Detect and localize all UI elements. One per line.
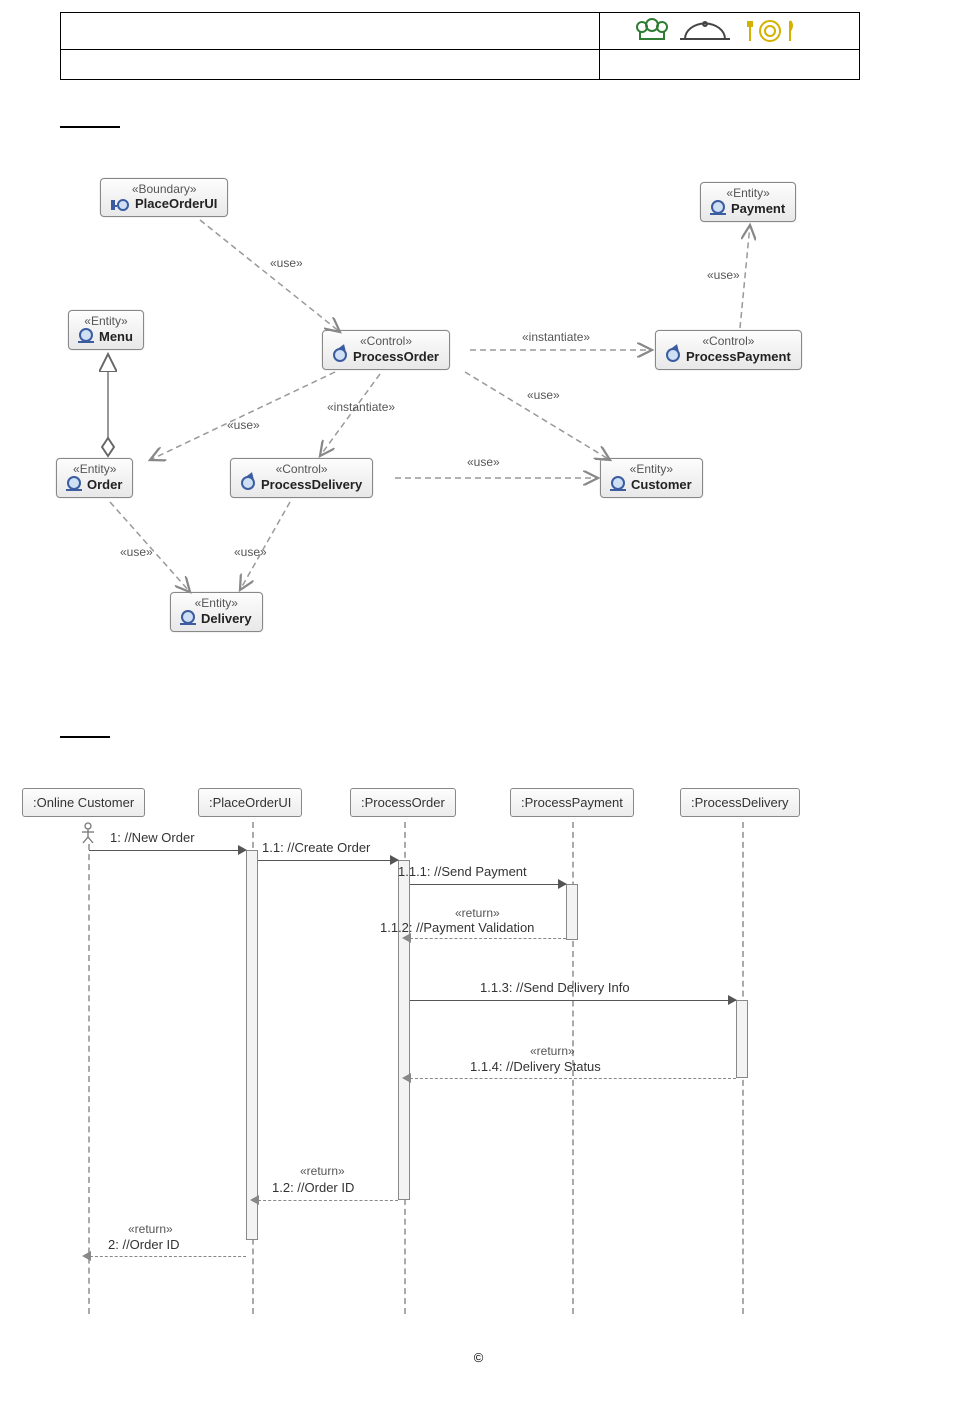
rel-label-use: «use» xyxy=(525,388,562,402)
uml-entity-payment: «Entity» Payment xyxy=(700,182,796,222)
uml-entity-order: «Entity» Order xyxy=(56,458,133,498)
uml-boundary-placeorderui: «Boundary» PlaceOrderUI xyxy=(100,178,228,217)
header-cell-1-1 xyxy=(61,13,600,50)
header-cell-2-2 xyxy=(600,50,860,80)
arrowhead-left-icon xyxy=(402,1073,411,1083)
activation-processdelivery xyxy=(736,1000,748,1078)
class-name: ProcessPayment xyxy=(686,349,791,364)
entity-icon xyxy=(79,328,95,344)
control-icon xyxy=(666,348,682,364)
seq-participant-placeorderui: :PlaceOrderUI xyxy=(198,788,302,817)
msg-2: 2: //Order ID xyxy=(108,1237,180,1252)
rel-label-use: «use» xyxy=(118,545,155,559)
msg-1-1-1: 1.1.1: //Send Payment xyxy=(398,864,527,879)
uml-control-processpayment: «Control» ProcessPayment xyxy=(655,330,802,370)
rel-label-use: «use» xyxy=(705,268,742,282)
rel-label-use: «use» xyxy=(465,455,502,469)
arrowhead-right-icon xyxy=(558,879,567,889)
uml-entity-delivery: «Entity» Delivery xyxy=(170,592,263,632)
activation-processpayment xyxy=(566,884,578,940)
return-label: «return» xyxy=(530,1044,575,1058)
seq-participant-processdelivery: :ProcessDelivery xyxy=(680,788,800,817)
arrowhead-right-icon xyxy=(238,845,247,855)
class-name: Customer xyxy=(631,477,692,492)
rel-label-use: «use» xyxy=(232,545,269,559)
seq-participant-online-customer: :Online Customer xyxy=(22,788,145,817)
activation-placeorderui xyxy=(246,850,258,1240)
control-icon xyxy=(333,348,349,364)
stereotype-label: «Control» xyxy=(666,334,791,348)
msg-1-1-2: 1.1.2: //Payment Validation xyxy=(380,920,534,935)
uml-entity-customer: «Entity» Customer xyxy=(600,458,703,498)
stereotype-label: «Control» xyxy=(333,334,439,348)
class-name: Payment xyxy=(731,201,785,216)
actor-icon xyxy=(80,822,96,844)
footer-copyright: © xyxy=(474,1350,484,1365)
return-arrow xyxy=(90,1256,246,1257)
msg-1-1-4: 1.1.4: //Delivery Status xyxy=(470,1059,601,1074)
activation-processorder xyxy=(398,860,410,1200)
stereotype-label: «Entity» xyxy=(711,186,785,200)
return-arrow xyxy=(410,1078,736,1079)
entity-icon xyxy=(711,200,727,216)
class-name: Menu xyxy=(99,329,133,344)
arrowhead-left-icon xyxy=(82,1251,91,1261)
entity-icon xyxy=(181,610,197,626)
msg-arrow xyxy=(89,850,245,851)
return-arrow xyxy=(410,938,566,939)
msg-arrow xyxy=(410,884,566,885)
chef-cloche-cutlery-logo-icon xyxy=(630,17,830,45)
msg-1: 1: //New Order xyxy=(110,830,195,845)
msg-arrow xyxy=(258,860,398,861)
class-name: ProcessOrder xyxy=(353,349,439,364)
stereotype-label: «Entity» xyxy=(611,462,692,476)
return-label: «return» xyxy=(128,1222,173,1236)
msg-1-1-3: 1.1.3: //Send Delivery Info xyxy=(480,980,630,995)
uml-control-processdelivery: «Control» ProcessDelivery xyxy=(230,458,373,498)
stereotype-label: «Boundary» xyxy=(111,182,217,196)
entity-icon xyxy=(67,476,83,492)
header-table xyxy=(60,12,860,80)
section-divider-2 xyxy=(60,736,110,738)
msg-1-1: 1.1: //Create Order xyxy=(262,840,370,855)
seq-participant-processorder: :ProcessOrder xyxy=(350,788,456,817)
class-diagram-connectors xyxy=(0,0,957,700)
uml-control-processorder: «Control» ProcessOrder xyxy=(322,330,450,370)
seq-participant-processpayment: :ProcessPayment xyxy=(510,788,634,817)
class-name: PlaceOrderUI xyxy=(135,196,217,211)
class-name: Order xyxy=(87,477,122,492)
stereotype-label: «Entity» xyxy=(181,596,252,610)
msg-1-2: 1.2: //Order ID xyxy=(272,1180,354,1195)
class-name: ProcessDelivery xyxy=(261,477,362,492)
rel-label-instantiate: «instantiate» xyxy=(520,330,592,344)
rel-label-instantiate: «instantiate» xyxy=(325,400,397,414)
lifeline-customer xyxy=(88,844,90,1314)
header-cell-2-1 xyxy=(61,50,600,80)
header-logo-cell xyxy=(600,13,860,50)
control-icon xyxy=(241,476,257,492)
return-label: «return» xyxy=(300,1164,345,1178)
arrowhead-left-icon xyxy=(250,1195,259,1205)
return-label: «return» xyxy=(455,906,500,920)
uml-entity-menu: «Entity» Menu xyxy=(68,310,144,350)
entity-icon xyxy=(611,476,627,492)
section-divider-1 xyxy=(60,126,120,128)
boundary-icon xyxy=(111,198,131,210)
msg-arrow xyxy=(410,1000,736,1001)
stereotype-label: «Entity» xyxy=(79,314,133,328)
return-arrow xyxy=(258,1200,398,1201)
stereotype-label: «Control» xyxy=(241,462,362,476)
class-name: Delivery xyxy=(201,611,252,626)
stereotype-label: «Entity» xyxy=(67,462,122,476)
rel-label-use: «use» xyxy=(268,256,305,270)
rel-label-use: «use» xyxy=(225,418,262,432)
arrowhead-right-icon xyxy=(728,995,737,1005)
